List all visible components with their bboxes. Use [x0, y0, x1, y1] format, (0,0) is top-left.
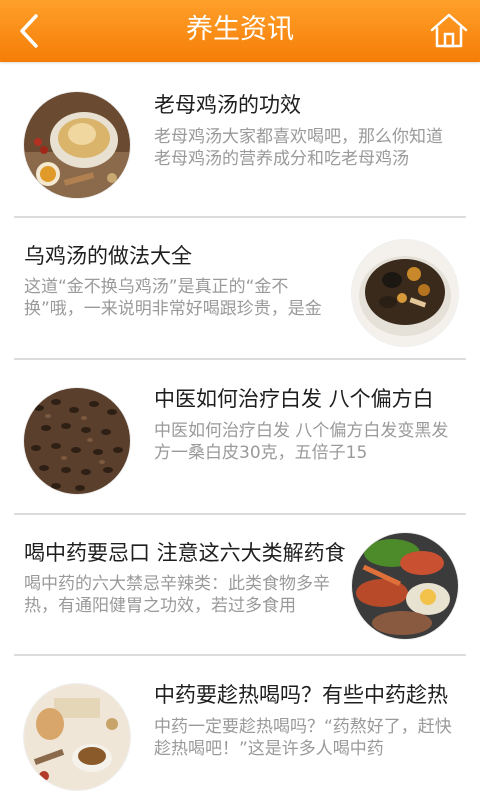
article-thumbnail — [24, 684, 130, 790]
article-title: 老母鸡汤的功效 — [154, 93, 301, 117]
article-thumbnail — [352, 533, 458, 639]
article-thumbnail — [24, 92, 130, 198]
list-item[interactable]: 中药要趁热喝吗？有些中药趁热 中药一定要趁热喝吗？“药熬好了，赶快趁热喝吧！”这… — [0, 656, 480, 800]
home-button[interactable] — [426, 8, 472, 54]
top-bar: 养生资讯 — [0, 0, 480, 62]
article-title: 喝中药要忌口 注意这六大类解药食 — [24, 541, 346, 565]
home-icon — [430, 13, 468, 48]
article-list[interactable]: 老母鸡汤的功效 老母鸡汤大家都喜欢喝吧，那么你知道老母鸡汤的营养成分和吃老母鸡汤… — [0, 62, 480, 800]
article-thumbnail — [24, 388, 130, 494]
list-item[interactable]: 喝中药要忌口 注意这六大类解药食 喝中药的六大禁忌辛辣类：此类食物多辛热，有通阳… — [0, 515, 480, 665]
article-summary: 喝中药的六大禁忌辛辣类：此类食物多辛热，有通阳健胃之功效，若过多食用 — [24, 574, 330, 616]
list-item[interactable]: 老母鸡汤的功效 老母鸡汤大家都喜欢喝吧，那么你知道老母鸡汤的营养成分和吃老母鸡汤 — [0, 62, 480, 212]
article-summary: 老母鸡汤大家都喜欢喝吧，那么你知道老母鸡汤的营养成分和吃老母鸡汤 — [154, 127, 443, 169]
list-item[interactable]: 中医如何治疗白发 八个偏方白 中医如何治疗白发 八个偏方白发变黑发方一桑白皮30… — [0, 360, 480, 510]
article-thumbnail — [352, 240, 458, 346]
article-summary: 这道“金不换乌鸡汤”是真正的“金不换”哦，一来说明非常好喝跟珍贵，是金 — [24, 277, 322, 319]
list-item[interactable]: 乌鸡汤的做法大全 这道“金不换乌鸡汤”是真正的“金不换”哦，一来说明非常好喝跟珍… — [0, 218, 480, 368]
article-summary: 中医如何治疗白发 八个偏方白发变黑发方一桑白皮30克，五倍子15 — [154, 421, 449, 463]
article-title: 中药要趁热喝吗？有些中药趁热 — [154, 683, 448, 707]
article-title: 乌鸡汤的做法大全 — [24, 244, 192, 268]
article-summary: 中药一定要趁热喝吗？“药熬好了，赶快趁热喝吧！”这是许多人喝中药 — [154, 717, 452, 759]
article-title: 中医如何治疗白发 八个偏方白 — [154, 387, 434, 411]
page-title: 养生资讯 — [186, 14, 294, 45]
